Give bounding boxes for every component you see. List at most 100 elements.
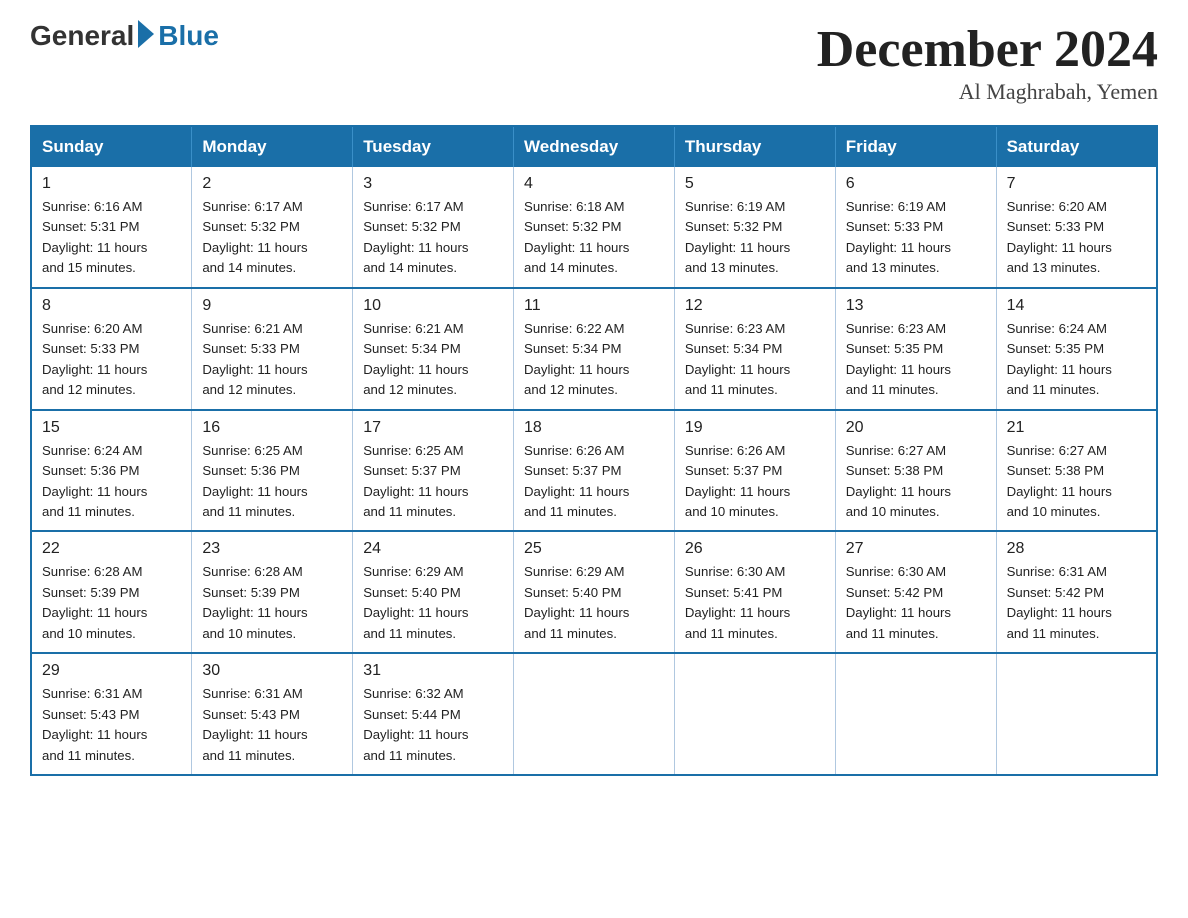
day-info: Sunrise: 6:31 AMSunset: 5:43 PMDaylight:… xyxy=(202,684,342,766)
calendar-cell: 6 Sunrise: 6:19 AMSunset: 5:33 PMDaylight… xyxy=(835,167,996,288)
calendar-cell xyxy=(514,653,675,775)
calendar-cell: 5 Sunrise: 6:19 AMSunset: 5:32 PMDaylight… xyxy=(674,167,835,288)
day-info: Sunrise: 6:28 AMSunset: 5:39 PMDaylight:… xyxy=(42,562,181,644)
day-number: 13 xyxy=(846,297,986,315)
header-tuesday: Tuesday xyxy=(353,126,514,167)
calendar-header-row: SundayMondayTuesdayWednesdayThursdayFrid… xyxy=(31,126,1157,167)
calendar-cell: 2 Sunrise: 6:17 AMSunset: 5:32 PMDaylight… xyxy=(192,167,353,288)
day-number: 28 xyxy=(1007,540,1146,558)
header-saturday: Saturday xyxy=(996,126,1157,167)
calendar-cell: 13 Sunrise: 6:23 AMSunset: 5:35 PMDayligh… xyxy=(835,288,996,410)
day-info: Sunrise: 6:20 AMSunset: 5:33 PMDaylight:… xyxy=(42,319,181,401)
day-number: 22 xyxy=(42,540,181,558)
calendar-cell: 23Sunrise: 6:28 AMSunset: 5:39 PMDayligh… xyxy=(192,531,353,653)
day-info: Sunrise: 6:17 AMSunset: 5:32 PMDaylight:… xyxy=(363,197,503,279)
day-info: Sunrise: 6:29 AMSunset: 5:40 PMDaylight:… xyxy=(524,562,664,644)
page-header: General Blue December 2024 Al Maghrabah,… xyxy=(30,20,1158,105)
day-info: Sunrise: 6:31 AMSunset: 5:43 PMDaylight:… xyxy=(42,684,181,766)
calendar-cell: 29 Sunrise: 6:31 AMSunset: 5:43 PMDayligh… xyxy=(31,653,192,775)
calendar-cell: 17 Sunrise: 6:25 AMSunset: 5:37 PMDayligh… xyxy=(353,410,514,532)
day-info: Sunrise: 6:25 AMSunset: 5:37 PMDaylight:… xyxy=(363,441,503,523)
day-number: 31 xyxy=(363,662,503,680)
logo-general-text: General xyxy=(30,20,134,52)
day-info: Sunrise: 6:23 AMSunset: 5:35 PMDaylight:… xyxy=(846,319,986,401)
calendar-cell: 3 Sunrise: 6:17 AMSunset: 5:32 PMDaylight… xyxy=(353,167,514,288)
day-number: 19 xyxy=(685,419,825,437)
day-number: 26 xyxy=(685,540,825,558)
day-number: 10 xyxy=(363,297,503,315)
day-number: 9 xyxy=(202,297,342,315)
day-info: Sunrise: 6:22 AMSunset: 5:34 PMDaylight:… xyxy=(524,319,664,401)
calendar-cell xyxy=(835,653,996,775)
calendar-cell xyxy=(674,653,835,775)
calendar-cell: 8 Sunrise: 6:20 AMSunset: 5:33 PMDaylight… xyxy=(31,288,192,410)
day-info: Sunrise: 6:19 AMSunset: 5:33 PMDaylight:… xyxy=(846,197,986,279)
day-number: 23 xyxy=(202,540,342,558)
day-number: 29 xyxy=(42,662,181,680)
day-info: Sunrise: 6:25 AMSunset: 5:36 PMDaylight:… xyxy=(202,441,342,523)
calendar-cell: 28 Sunrise: 6:31 AMSunset: 5:42 PMDayligh… xyxy=(996,531,1157,653)
day-info: Sunrise: 6:21 AMSunset: 5:34 PMDaylight:… xyxy=(363,319,503,401)
calendar-week-row: 8 Sunrise: 6:20 AMSunset: 5:33 PMDaylight… xyxy=(31,288,1157,410)
calendar-cell: 19 Sunrise: 6:26 AMSunset: 5:37 PMDayligh… xyxy=(674,410,835,532)
day-info: Sunrise: 6:21 AMSunset: 5:33 PMDaylight:… xyxy=(202,319,342,401)
day-number: 27 xyxy=(846,540,986,558)
calendar-cell: 16Sunrise: 6:25 AMSunset: 5:36 PMDayligh… xyxy=(192,410,353,532)
day-info: Sunrise: 6:20 AMSunset: 5:33 PMDaylight:… xyxy=(1007,197,1146,279)
title-block: December 2024 Al Maghrabah, Yemen xyxy=(817,20,1158,105)
calendar-cell: 11 Sunrise: 6:22 AMSunset: 5:34 PMDayligh… xyxy=(514,288,675,410)
day-number: 5 xyxy=(685,175,825,193)
logo-blue-text: Blue xyxy=(158,20,219,52)
calendar-cell: 1 Sunrise: 6:16 AMSunset: 5:31 PMDaylight… xyxy=(31,167,192,288)
header-monday: Monday xyxy=(192,126,353,167)
month-year-title: December 2024 xyxy=(817,20,1158,79)
day-number: 11 xyxy=(524,297,664,315)
calendar-cell: 9 Sunrise: 6:21 AMSunset: 5:33 PMDaylight… xyxy=(192,288,353,410)
calendar-cell: 10 Sunrise: 6:21 AMSunset: 5:34 PMDayligh… xyxy=(353,288,514,410)
header-friday: Friday xyxy=(835,126,996,167)
day-number: 2 xyxy=(202,175,342,193)
calendar-cell: 22 Sunrise: 6:28 AMSunset: 5:39 PMDayligh… xyxy=(31,531,192,653)
day-info: Sunrise: 6:16 AMSunset: 5:31 PMDaylight:… xyxy=(42,197,181,279)
calendar-week-row: 29 Sunrise: 6:31 AMSunset: 5:43 PMDayligh… xyxy=(31,653,1157,775)
logo-arrow-icon xyxy=(138,20,154,48)
day-info: Sunrise: 6:30 AMSunset: 5:41 PMDaylight:… xyxy=(685,562,825,644)
day-info: Sunrise: 6:26 AMSunset: 5:37 PMDaylight:… xyxy=(685,441,825,523)
calendar-week-row: 15 Sunrise: 6:24 AMSunset: 5:36 PMDayligh… xyxy=(31,410,1157,532)
day-number: 25 xyxy=(524,540,664,558)
day-number: 30 xyxy=(202,662,342,680)
calendar-cell: 26 Sunrise: 6:30 AMSunset: 5:41 PMDayligh… xyxy=(674,531,835,653)
calendar-cell: 25 Sunrise: 6:29 AMSunset: 5:40 PMDayligh… xyxy=(514,531,675,653)
header-sunday: Sunday xyxy=(31,126,192,167)
header-wednesday: Wednesday xyxy=(514,126,675,167)
day-number: 8 xyxy=(42,297,181,315)
day-info: Sunrise: 6:27 AMSunset: 5:38 PMDaylight:… xyxy=(1007,441,1146,523)
calendar-cell: 20 Sunrise: 6:27 AMSunset: 5:38 PMDayligh… xyxy=(835,410,996,532)
day-number: 15 xyxy=(42,419,181,437)
day-number: 3 xyxy=(363,175,503,193)
day-number: 20 xyxy=(846,419,986,437)
day-info: Sunrise: 6:24 AMSunset: 5:35 PMDaylight:… xyxy=(1007,319,1146,401)
day-number: 4 xyxy=(524,175,664,193)
day-info: Sunrise: 6:32 AMSunset: 5:44 PMDaylight:… xyxy=(363,684,503,766)
header-thursday: Thursday xyxy=(674,126,835,167)
calendar-cell: 21Sunrise: 6:27 AMSunset: 5:38 PMDayligh… xyxy=(996,410,1157,532)
day-info: Sunrise: 6:29 AMSunset: 5:40 PMDaylight:… xyxy=(363,562,503,644)
day-info: Sunrise: 6:26 AMSunset: 5:37 PMDaylight:… xyxy=(524,441,664,523)
day-info: Sunrise: 6:17 AMSunset: 5:32 PMDaylight:… xyxy=(202,197,342,279)
day-number: 24 xyxy=(363,540,503,558)
calendar-cell: 4Sunrise: 6:18 AMSunset: 5:32 PMDaylight… xyxy=(514,167,675,288)
day-info: Sunrise: 6:24 AMSunset: 5:36 PMDaylight:… xyxy=(42,441,181,523)
day-info: Sunrise: 6:27 AMSunset: 5:38 PMDaylight:… xyxy=(846,441,986,523)
day-number: 17 xyxy=(363,419,503,437)
day-number: 14 xyxy=(1007,297,1146,315)
day-number: 1 xyxy=(42,175,181,193)
logo: General Blue xyxy=(30,20,219,52)
day-info: Sunrise: 6:19 AMSunset: 5:32 PMDaylight:… xyxy=(685,197,825,279)
calendar-cell: 24 Sunrise: 6:29 AMSunset: 5:40 PMDayligh… xyxy=(353,531,514,653)
day-number: 6 xyxy=(846,175,986,193)
calendar-week-row: 1 Sunrise: 6:16 AMSunset: 5:31 PMDaylight… xyxy=(31,167,1157,288)
day-info: Sunrise: 6:31 AMSunset: 5:42 PMDaylight:… xyxy=(1007,562,1146,644)
calendar-week-row: 22 Sunrise: 6:28 AMSunset: 5:39 PMDayligh… xyxy=(31,531,1157,653)
calendar-cell: 12Sunrise: 6:23 AMSunset: 5:34 PMDayligh… xyxy=(674,288,835,410)
